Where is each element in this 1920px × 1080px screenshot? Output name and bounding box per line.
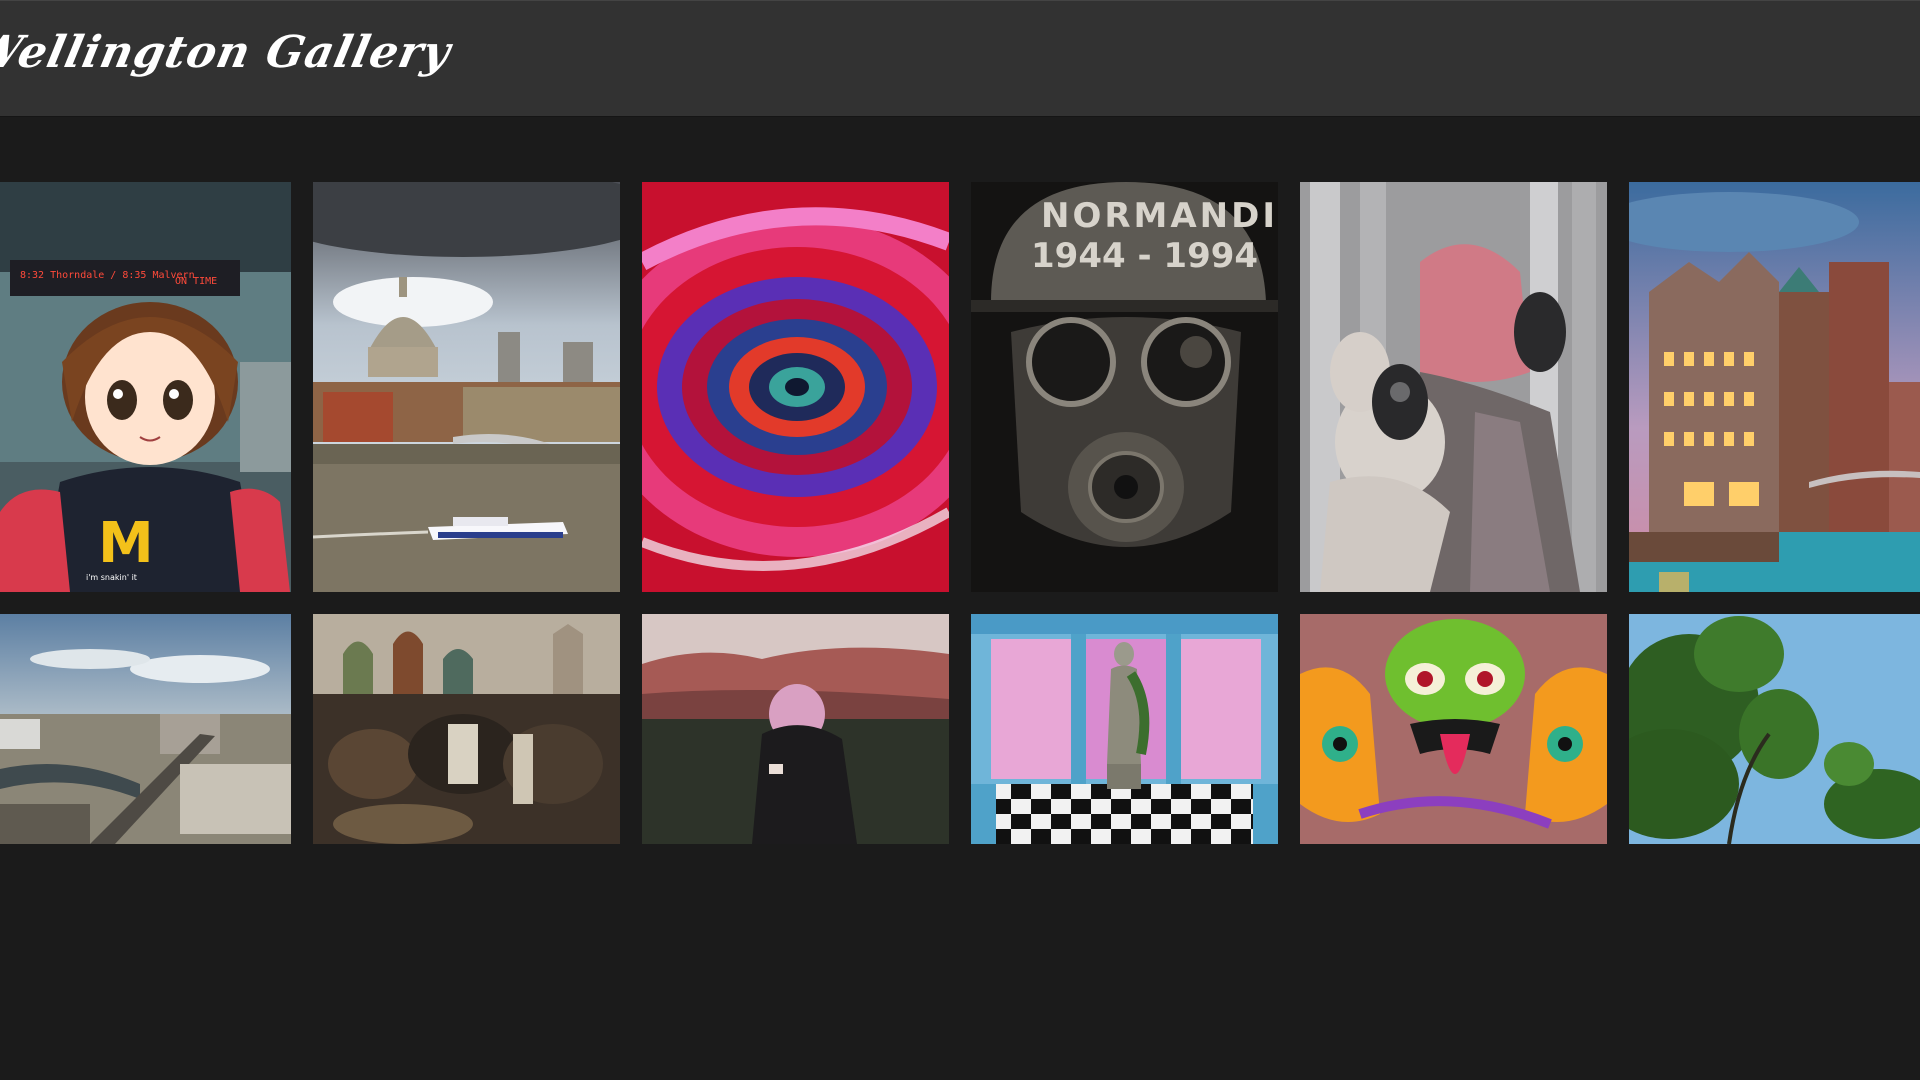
hamburg-image [1629,182,1920,592]
russian-painting-image [313,614,620,844]
gallery-tile-london[interactable] [313,182,620,592]
gallery-tile-tree-sky[interactable] [1629,614,1920,844]
london-image [313,182,620,592]
gallery-tile-gas-mask-soldier[interactable]: NORMANDIE 1944 - 1994 [971,182,1278,592]
swirl-image [642,182,949,592]
pink-hair-hills-image [642,614,949,844]
gallery-tile-russian-painting[interactable] [313,614,620,844]
gallery-tile-moscow-aerial[interactable] [0,614,291,844]
gallery-tile-pink-hair-gas-mask[interactable] [1300,182,1607,592]
shirt-text: i'm snakin' it [86,573,137,582]
gas-mask-soldier-image: NORMANDIE 1944 - 1994 [971,182,1278,592]
mcdonalds-logo: M [98,511,154,576]
gallery-tile-hamburg[interactable] [1629,182,1920,592]
tree-sky-image [1629,614,1920,844]
gallery-tile-psychedelic[interactable] [1300,614,1607,844]
psychedelic-image [1300,614,1607,844]
gallery-tile-swirl[interactable] [642,182,949,592]
gallery-tile-anime-girl[interactable]: 8:32 Thorndale / 8:35 Malvern ON TIME M … [0,182,291,592]
station-board-text: ON TIME [175,276,217,287]
vaporwave-statue-image [971,614,1278,844]
moscow-aerial-image [0,614,291,844]
pink-hair-gas-mask-image [1300,182,1607,592]
station-sign-text: 8:32 Thorndale / 8:35 Malvern [20,270,195,281]
helmet-text-line2: 1944 - 1994 [1031,236,1258,276]
image-gallery: 8:32 Thorndale / 8:35 Malvern ON TIME M … [0,0,1920,1080]
gallery-tile-pink-hair-hills[interactable] [642,614,949,844]
gallery-tile-vaporwave-statue[interactable] [971,614,1278,844]
helmet-text-line1: NORMANDIE [1041,196,1278,236]
anime-girl-image: 8:32 Thorndale / 8:35 Malvern ON TIME M … [0,182,291,592]
